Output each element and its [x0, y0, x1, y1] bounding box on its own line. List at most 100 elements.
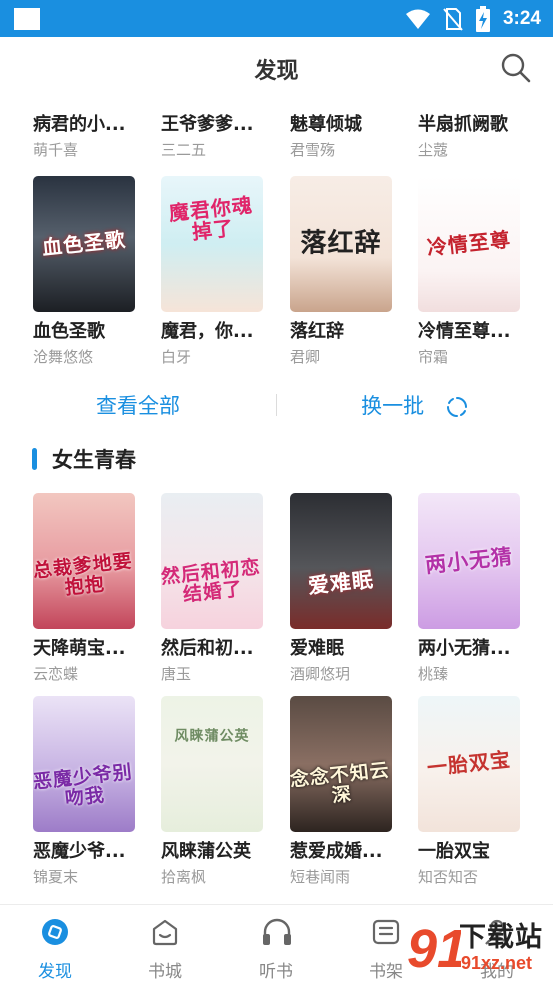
- book-author: 桃臻: [418, 665, 449, 683]
- book-cover: 恶魔少爷别吻我: [33, 696, 135, 832]
- book-item[interactable]: 落红辞 落红辞 君卿: [290, 176, 400, 366]
- refresh-button[interactable]: 换一批: [277, 390, 553, 420]
- book-item[interactable]: 两小无猜 两小无猜... 桃臻: [418, 493, 528, 683]
- book-title: 爱难眠: [290, 638, 344, 659]
- book-item[interactable]: 风睐蒲公英 风睐蒲公英 拾离枫: [161, 696, 271, 886]
- book-author: 尘蔻: [418, 141, 449, 159]
- book-title: 一胎双宝: [418, 841, 490, 862]
- status-bar: 3:24: [0, 0, 553, 37]
- book-title: 血色圣歌: [33, 321, 105, 342]
- book-title: 然后和初...: [161, 638, 254, 659]
- tab-discover[interactable]: 发现: [0, 905, 110, 983]
- book-title: 冷情至尊...: [418, 321, 511, 342]
- watermark-url: 91xz.net: [461, 953, 533, 973]
- book-item[interactable]: 总裁爹地要抱抱 天降萌宝... 云恋蝶: [33, 493, 143, 683]
- refresh-icon: [446, 397, 467, 417]
- tab-label: 发现: [38, 962, 72, 982]
- book-item[interactable]: 念念不知云深 惹爱成婚... 短巷闻雨: [290, 696, 400, 886]
- book-cover: 然后和初恋结婚了: [161, 493, 263, 629]
- book-cover: 念念不知云深: [290, 696, 392, 832]
- book-item[interactable]: 恶魔少爷别吻我 恶魔少爷... 锦夏末: [33, 696, 143, 886]
- search-button[interactable]: [499, 51, 533, 85]
- discover-icon: [42, 919, 68, 945]
- book-cover: 爱难眠: [290, 493, 392, 629]
- book-item[interactable]: 然后和初恋结婚了 然后和初... 唐玉: [161, 493, 271, 683]
- book-title: 恶魔少爷...: [33, 841, 126, 862]
- book-author: 萌千喜: [33, 141, 79, 159]
- book-cover: 血色圣歌: [33, 176, 135, 312]
- book-item[interactable]: 一胎双宝 一胎双宝 知否知否: [418, 696, 528, 886]
- book-title: 魔君，你...: [161, 321, 254, 342]
- book-item[interactable]: 爱难眠 爱难眠 酒卿悠玥: [290, 493, 400, 683]
- book-title: 王爷爹爹...: [161, 114, 254, 135]
- book-item[interactable]: 魔君你魂掉了 魔君，你... 白牙: [161, 176, 271, 366]
- headphones-icon: [263, 918, 291, 945]
- book-author: 三二五: [161, 141, 207, 159]
- cover-title: 然后和初恋结婚了: [161, 555, 262, 606]
- search-icon: [501, 53, 531, 83]
- page-title: 发现: [254, 59, 299, 84]
- section-header: 女生青春: [32, 445, 136, 473]
- book-item[interactable]: 冷情至尊 冷情至尊... 帘霜: [418, 176, 528, 366]
- book-item[interactable]: 病君的小... 萌千喜: [33, 114, 143, 159]
- book-title: 半扇抓阙歌: [418, 114, 508, 135]
- book-author: 沧舞悠悠: [33, 348, 94, 366]
- watermark-badge-icon: 91: [407, 919, 461, 979]
- book-cover: 总裁爹地要抱抱: [33, 493, 135, 629]
- discover-content[interactable]: 病君的小... 萌千喜 王爷爹爹... 三二五 魅尊倾城 君雪殇 半扇抓阙歌 尘…: [0, 99, 553, 904]
- book-author: 君卿: [290, 348, 321, 366]
- app-header: 发现: [0, 37, 553, 99]
- tab-bookstore[interactable]: 书城: [110, 905, 220, 983]
- book-author: 君雪殇: [290, 141, 336, 159]
- book-title: 风睐蒲公英: [161, 841, 251, 862]
- book-author: 短巷闻雨: [290, 868, 351, 886]
- book-title: 落红辞: [290, 321, 344, 342]
- book-author: 帘霜: [418, 348, 449, 366]
- book-author: 唐玉: [161, 665, 192, 683]
- cover-title: 魔君你魂掉了: [167, 192, 254, 244]
- bookshelf-icon: [372, 919, 400, 945]
- view-all-button[interactable]: 查看全部: [0, 390, 276, 420]
- section-marker: [32, 448, 37, 470]
- tab-listen[interactable]: 听书: [221, 905, 331, 983]
- notification-icon: [14, 8, 40, 30]
- status-time: 3:24: [502, 8, 541, 29]
- book-item[interactable]: 半扇抓阙歌 尘蔻: [418, 114, 528, 159]
- book-item[interactable]: 魅尊倾城 君雪殇: [290, 114, 400, 159]
- no-sim-icon: [443, 8, 463, 31]
- cover-title: 两小无猜: [423, 543, 515, 578]
- book-cover: 一胎双宝: [418, 696, 520, 832]
- book-title: 病君的小...: [33, 114, 126, 135]
- tab-label: 书城: [148, 962, 182, 982]
- watermark-text: 下载站: [459, 922, 543, 953]
- book-author: 云恋蝶: [33, 665, 79, 683]
- section-actions: 查看全部 换一批: [0, 386, 553, 424]
- cover-title: 恶魔少爷别吻我: [33, 761, 134, 811]
- book-author: 拾离枫: [161, 868, 207, 886]
- book-cover: 两小无猜: [418, 493, 520, 629]
- watermark-logo: 91 下载站 91xz.net: [405, 911, 551, 981]
- cover-title: 落红辞: [300, 228, 382, 259]
- book-author: 锦夏末: [33, 868, 79, 886]
- book-cover: 风睐蒲公英: [161, 696, 263, 832]
- cover-title: 念念不知云深: [290, 758, 391, 807]
- wifi-icon: [405, 9, 430, 29]
- cover-title: 风睐蒲公英: [174, 728, 250, 745]
- book-author: 白牙: [161, 348, 192, 366]
- bottom-tab-bar: 发现 书城 听书 书架 我的 91 下载: [0, 904, 553, 983]
- book-item[interactable]: 血色圣歌 血色圣歌 沧舞悠悠: [33, 176, 143, 366]
- bookstore-icon: [152, 919, 178, 946]
- book-item[interactable]: 王爷爹爹... 三二五: [161, 114, 271, 159]
- battery-charging-icon: [475, 6, 490, 32]
- book-title: 魅尊倾城: [290, 114, 362, 135]
- section-title: 女生青春: [52, 448, 136, 472]
- book-title: 惹爱成婚...: [290, 841, 383, 862]
- book-author: 知否知否: [418, 868, 479, 886]
- book-cover: 落红辞: [290, 176, 392, 312]
- book-cover: 冷情至尊: [418, 176, 520, 312]
- svg-text:91: 91: [407, 919, 461, 979]
- refresh-label: 换一批: [361, 394, 425, 418]
- cover-title: 一胎双宝: [425, 747, 512, 780]
- cover-title: 血色圣歌: [40, 227, 127, 260]
- cover-title: 爱难眠: [306, 566, 376, 599]
